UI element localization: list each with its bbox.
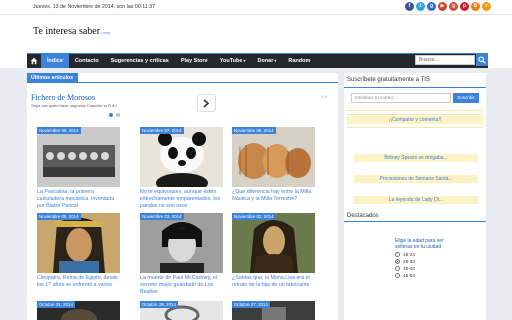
article-date: Octubre 28, 2014	[140, 301, 178, 308]
radio-selected-icon[interactable]	[395, 259, 400, 264]
home-button[interactable]	[27, 54, 41, 68]
ad-banner[interactable]: Fichero de Morosos Sepa con quién hace n…	[31, 93, 248, 117]
poll-option[interactable]: 25-34	[395, 259, 449, 264]
pinterest-icon[interactable]: p	[460, 2, 469, 11]
poll-ad[interactable]: Elige la edad para ver solteras en tu ci…	[389, 236, 449, 320]
youtube-icon[interactable]: ▶	[438, 2, 447, 11]
divider	[347, 110, 483, 111]
article-date: Noviembre 06, 2014	[232, 127, 276, 134]
radio-icon[interactable]	[395, 252, 400, 257]
current-date: Jueves, 13 de Noviembre de 2014, son las…	[33, 4, 156, 10]
article-date: Noviembre 02, 2014	[232, 213, 276, 220]
article-title[interactable]: Cleopatra, Reina de Egipto, desde los 17…	[37, 275, 120, 289]
chevron-right-icon	[203, 98, 210, 108]
featured-link[interactable]: Procesiones de Semana Santa...	[354, 175, 478, 183]
chevron-down-icon: ▾	[243, 58, 246, 63]
featured-header: Destacados	[344, 210, 486, 222]
article-image[interactable]: Noviembre 03, 2014	[140, 213, 223, 273]
article-date: Noviembre 05, 2014	[37, 213, 81, 220]
site-suffix: .com	[101, 30, 110, 35]
main-content: Últimos artículos Fichero de Morosos Sep…	[27, 73, 338, 320]
top-bar: Jueves, 13 de Noviembre de 2014, son las…	[0, 0, 512, 15]
google-icon[interactable]: g	[449, 2, 458, 11]
poll-question[interactable]: Elige la edad para ver solteras en tu ci…	[395, 238, 449, 250]
blogger-icon[interactable]: B	[471, 2, 480, 11]
article-image[interactable]: Octubre 31, 2014	[37, 301, 120, 320]
nav-item-indice[interactable]: Índice	[41, 54, 69, 68]
ad-dot-active[interactable]	[109, 113, 113, 117]
article-title[interactable]: No te equivoques, aunque estén estrecham…	[140, 189, 223, 210]
home-icon	[30, 57, 38, 65]
facebook-icon[interactable]: f	[405, 2, 414, 11]
divider	[347, 114, 483, 115]
article-image[interactable]: Octubre 28, 2014	[140, 301, 223, 320]
rss-icon[interactable]: r	[482, 2, 491, 11]
poll-option[interactable]: 45-54	[395, 273, 449, 278]
site-logo[interactable]: Te interesa saber.com	[33, 26, 110, 37]
article-title[interactable]: La muerte de Paul McCartney, el secreto …	[140, 275, 223, 296]
poll-option[interactable]: 35-44	[395, 266, 449, 271]
social-links: f t g ▶ g p B r	[405, 2, 491, 11]
article-date: Noviembre 03, 2014	[140, 213, 184, 220]
search-input[interactable]: Buscar...	[415, 55, 475, 65]
article-image[interactable]: Octubre 27, 2014	[232, 301, 315, 320]
search-icon	[478, 56, 486, 64]
cleopatra-image	[37, 213, 120, 273]
subscribe-button[interactable]: Suscribir	[453, 93, 479, 103]
article-date: Noviembre 09, 2014	[37, 127, 81, 134]
article-date: Octubre 27, 2014	[232, 301, 270, 308]
twitter-icon[interactable]: t	[416, 2, 425, 11]
subscribe-header: Suscríbete gratuitamente a TIS	[344, 73, 486, 88]
radio-icon[interactable]	[395, 266, 400, 271]
ad-dot[interactable]	[116, 113, 120, 117]
nav-item-donar[interactable]: Donar▾	[251, 54, 282, 68]
site-title: Te interesa saber	[33, 26, 101, 37]
section-header: Últimos artículos	[27, 73, 338, 83]
mona-lisa-image	[232, 213, 315, 273]
poll-option[interactable]: 18-24	[395, 252, 449, 257]
adchoices-icon[interactable]: ▷✕	[321, 94, 327, 99]
featured-link[interactable]: La leyenda de Lady Di...	[354, 196, 478, 204]
article-image[interactable]: Noviembre 09, 2014	[37, 127, 120, 187]
article-title[interactable]: ¿Qué diferencia hay entre la Milla Náuti…	[232, 189, 315, 203]
article-date: Noviembre 07, 2014	[140, 127, 184, 134]
calculator-image	[37, 127, 120, 187]
nav-item-contacto[interactable]: Contacto	[69, 54, 105, 68]
share-link[interactable]: ¡¡Comparte y comenta!!	[347, 116, 483, 124]
google-plus-icon[interactable]: g	[427, 2, 436, 11]
ad-next-button[interactable]	[197, 94, 216, 112]
divider	[347, 127, 483, 128]
nav-item-play-store[interactable]: Play Store	[175, 54, 214, 68]
article-image[interactable]: Noviembre 05, 2014	[37, 213, 120, 273]
nav-item-random[interactable]: Random	[282, 54, 316, 68]
nav-item-youtube[interactable]: YouTube▾	[214, 54, 252, 68]
radio-icon[interactable]	[395, 273, 400, 278]
featured-title: Destacados	[347, 213, 379, 219]
featured-link[interactable]: Britney Spears se drogaba...	[354, 154, 478, 162]
mccartney-image	[140, 213, 223, 273]
page: Jueves, 13 de Noviembre de 2014, son las…	[0, 0, 512, 320]
article-title[interactable]: ¿Sabías que, la Mona Lisa era el retrato…	[232, 275, 315, 289]
article-date: Octubre 31, 2014	[37, 301, 75, 308]
subscribe-title: Suscríbete gratuitamente a TIS	[347, 77, 430, 83]
rope-image	[232, 127, 315, 187]
nav-item-sugerencias[interactable]: Sugerencias y críticas	[105, 54, 175, 68]
section-label: Últimos artículos	[27, 73, 79, 83]
article-image[interactable]: Noviembre 02, 2014	[232, 213, 315, 273]
chevron-down-icon: ▾	[274, 58, 277, 63]
email-field[interactable]: Introduce tu correo...	[351, 93, 451, 103]
article-title[interactable]: La Pascalina, la primera calculadora mec…	[37, 189, 120, 210]
article-image[interactable]: Noviembre 06, 2014	[232, 127, 315, 187]
article-image[interactable]: Noviembre 07, 2014	[140, 127, 223, 187]
search-button[interactable]	[476, 54, 488, 66]
panda-image	[140, 127, 223, 187]
